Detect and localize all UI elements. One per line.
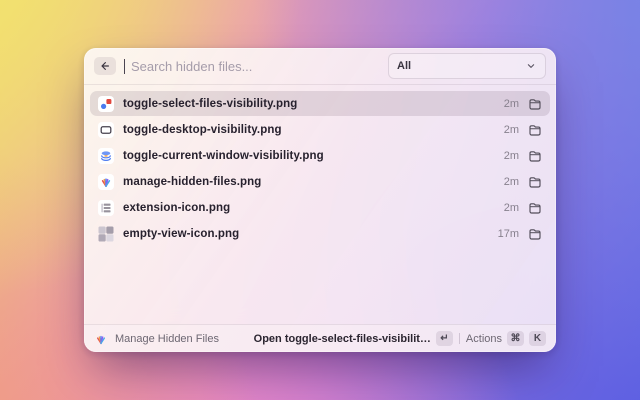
folder-icon [528, 97, 542, 111]
modified-time: 2m [503, 149, 519, 162]
list-item[interactable]: empty-view-icon.png 17m [90, 221, 550, 246]
folder-icon [528, 149, 542, 163]
desktop-window-icon [98, 121, 114, 138]
modified-time: 2m [503, 97, 519, 110]
list-item[interactable]: toggle-desktop-visibility.png 2m [90, 117, 550, 142]
checkerboard-icon [98, 226, 114, 242]
file-name: toggle-desktop-visibility.png [123, 123, 282, 136]
filter-dropdown-value: All [397, 60, 412, 72]
app-name: Manage Hidden Files [115, 332, 219, 345]
modified-time: 2m [503, 123, 519, 136]
file-name: toggle-current-window-visibility.png [123, 149, 324, 162]
hidden-files-burst-icon [98, 173, 114, 190]
actions-label: Actions [465, 332, 502, 345]
arrow-left-icon [99, 60, 111, 72]
list-item[interactable]: toggle-current-window-visibility.png 2m [90, 143, 550, 168]
file-name: extension-icon.png [123, 201, 231, 214]
list-item[interactable]: toggle-select-files-visibility.png 2m [90, 91, 550, 116]
file-name: empty-view-icon.png [123, 227, 240, 240]
filter-dropdown[interactable]: All [388, 53, 546, 79]
k-key-icon: K [529, 331, 546, 346]
text-caret [124, 58, 125, 74]
modified-time: 2m [503, 175, 519, 188]
return-key-icon: ↵ [435, 331, 453, 346]
file-name: toggle-select-files-visibility.png [123, 97, 298, 110]
launcher-window: All toggle-select-files-visibility.png 2… [84, 48, 556, 352]
back-button[interactable] [94, 57, 116, 75]
list-item[interactable]: manage-hidden-files.png 2m [90, 169, 550, 194]
action-bar: Manage Hidden Files Open toggle-select-f… [84, 324, 556, 352]
footer-actions: Open toggle-select-files-visibilit… ↵ Ac… [254, 331, 546, 346]
modified-time: 17m [497, 227, 519, 240]
command-key-icon: ⌘ [507, 331, 524, 346]
app-burst-icon [94, 332, 108, 346]
footer-divider [458, 333, 460, 344]
window-stack-icon [98, 147, 114, 164]
folder-icon [528, 201, 542, 215]
primary-action-button[interactable]: Open toggle-select-files-visibilit… ↵ [254, 331, 453, 346]
primary-action-label: Open toggle-select-files-visibilit… [253, 332, 431, 345]
actions-menu-button[interactable]: Actions ⌘ K [466, 331, 546, 346]
search-header: All [84, 48, 556, 85]
search-input[interactable] [129, 57, 380, 75]
list-item[interactable]: extension-icon.png 2m [90, 195, 550, 220]
folder-icon [528, 227, 542, 241]
file-list: toggle-select-files-visibility.png 2m to… [84, 85, 556, 252]
folder-icon [528, 175, 542, 189]
file-name: manage-hidden-files.png [123, 175, 262, 188]
select-files-icon [98, 95, 114, 112]
folder-icon [528, 123, 542, 137]
extension-grid-icon [98, 199, 114, 216]
modified-time: 2m [503, 201, 519, 214]
chevron-down-icon [525, 60, 537, 72]
